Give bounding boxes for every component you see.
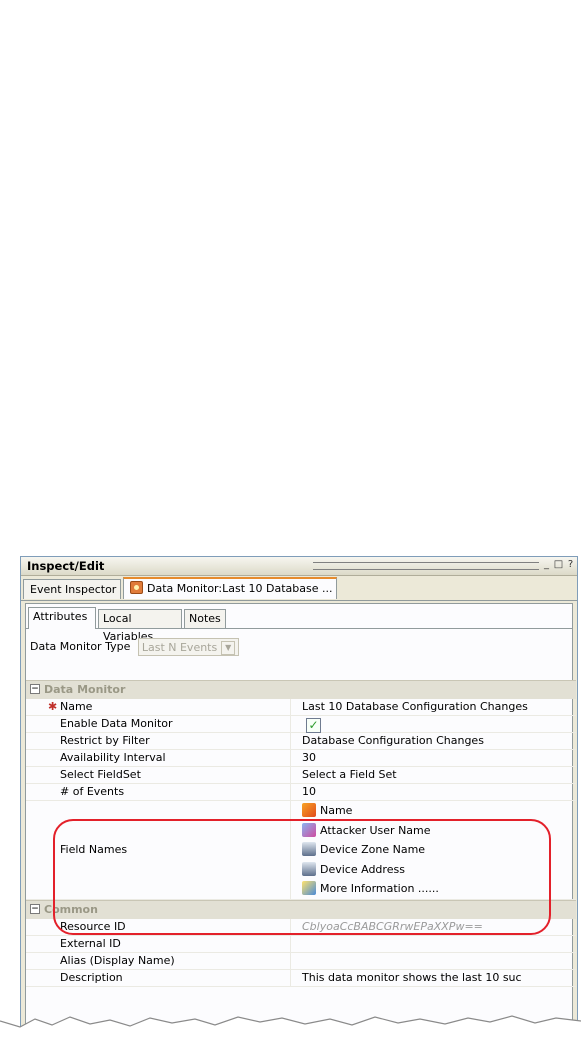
required-icon: ✱ xyxy=(48,700,58,713)
property-grid: − Data Monitor ✱ Name Last 10 Database Co… xyxy=(26,680,576,987)
help-icon[interactable]: ? xyxy=(565,559,576,570)
data-monitor-type-value: Last N Events xyxy=(141,641,218,654)
event-name-icon xyxy=(302,803,316,817)
list-item-label: Name xyxy=(320,804,353,817)
sub-tabs: Attributes Local Variables Notes xyxy=(26,606,572,643)
property-label: Description xyxy=(46,970,291,986)
property-label: ✱ Name xyxy=(46,699,291,715)
property-value[interactable]: 10 xyxy=(302,784,316,800)
section-common[interactable]: − Common xyxy=(26,900,576,919)
data-monitor-icon xyxy=(130,581,143,594)
tab-label: Data Monitor:Last 10 Database ... xyxy=(147,582,333,595)
property-row-events[interactable]: # of Events 10 xyxy=(26,784,576,801)
data-monitor-type-label: Data Monitor Type xyxy=(30,640,131,653)
device-icon xyxy=(302,861,316,876)
drag-grip[interactable] xyxy=(313,562,539,570)
tab-attributes[interactable]: Attributes xyxy=(28,607,96,629)
checkbox-checked-icon[interactable]: ✓ xyxy=(306,718,321,733)
device-icon xyxy=(302,842,316,856)
property-label: Resource ID xyxy=(46,919,291,935)
property-row-fieldset[interactable]: Select FieldSet Select a Field Set xyxy=(26,767,576,784)
chevron-down-icon: ▼ xyxy=(221,641,236,655)
panel-title: Inspect/Edit xyxy=(27,559,105,573)
property-row-interval[interactable]: Availability Interval 30 xyxy=(26,750,576,767)
property-value[interactable]: Select a Field Set xyxy=(302,767,397,783)
property-row-resource-id[interactable]: Resource ID CblyoaCcBABCGRrwEPaXXPw== xyxy=(26,919,576,936)
property-label: Availability Interval xyxy=(46,750,291,766)
property-row-name[interactable]: ✱ Name Last 10 Database Configuration Cha… xyxy=(26,699,576,716)
tab-label: Event Inspector xyxy=(30,583,117,596)
tab-local-variables[interactable]: Local Variables xyxy=(98,609,182,643)
property-value: CblyoaCcBABCGRrwEPaXXPw== xyxy=(302,920,483,933)
property-row-description[interactable]: Description This data monitor shows the … xyxy=(26,970,576,987)
property-value[interactable]: 30 xyxy=(302,750,316,766)
collapse-icon[interactable]: − xyxy=(30,684,40,694)
panel-titlebar: Inspect/Edit _ □ ? xyxy=(21,557,577,576)
list-item[interactable]: More Information ...... xyxy=(302,879,439,899)
document-tabs: Event Inspector Data Monitor:Last 10 Dat… xyxy=(21,576,577,601)
list-item[interactable]: Attacker User Name xyxy=(302,821,439,841)
list-item[interactable]: Device Zone Name xyxy=(302,840,439,860)
property-row-filter[interactable]: Restrict by Filter Database Configuratio… xyxy=(26,733,576,750)
torn-edge xyxy=(0,1015,581,1039)
user-name-icon xyxy=(302,822,316,837)
property-row-enable[interactable]: Enable Data Monitor ✓ xyxy=(26,716,576,733)
section-title: Common xyxy=(44,903,98,916)
property-label: Alias (Display Name) xyxy=(46,953,291,969)
property-value[interactable]: Database Configuration Changes xyxy=(302,733,484,749)
list-item[interactable]: Name xyxy=(302,801,439,821)
list-item[interactable]: Device Address xyxy=(302,860,439,880)
section-title: Data Monitor xyxy=(44,683,126,696)
property-value[interactable]: Last 10 Database Configuration Changes xyxy=(302,699,528,715)
tab-notes[interactable]: Notes xyxy=(184,609,226,628)
list-item-label: Device Address xyxy=(320,862,405,876)
tab-event-inspector[interactable]: Event Inspector xyxy=(23,579,121,599)
minimize-icon[interactable]: _ xyxy=(541,559,552,570)
field-names-list[interactable]: Name Attacker User Name Device Zone Name… xyxy=(302,801,439,899)
list-item-label: Attacker User Name xyxy=(320,823,431,837)
property-label: Select FieldSet xyxy=(46,767,291,783)
property-value[interactable]: ✓ xyxy=(302,716,321,733)
property-label: # of Events xyxy=(46,784,291,800)
property-label-text: Name xyxy=(60,700,93,713)
list-item-label: Device Zone Name xyxy=(320,843,426,856)
property-row-field-names[interactable]: Field Names Name Attacker User Name Devi… xyxy=(26,801,576,900)
property-label: Field Names xyxy=(46,801,291,899)
list-item-label: More Information ...... xyxy=(320,882,439,895)
data-monitor-type-row: Data Monitor Type Last N Events ▼ xyxy=(30,638,240,656)
data-monitor-type-select[interactable]: Last N Events ▼ xyxy=(137,638,240,656)
editor-body: Attributes Local Variables Notes Data Mo… xyxy=(25,603,576,1038)
section-data-monitor[interactable]: − Data Monitor xyxy=(26,680,576,699)
property-value[interactable]: This data monitor shows the last 10 suc xyxy=(302,970,522,986)
info-icon xyxy=(302,881,316,895)
tab-data-monitor[interactable]: Data Monitor:Last 10 Database ... xyxy=(123,577,337,599)
property-label: External ID xyxy=(46,936,291,952)
property-row-external-id[interactable]: External ID xyxy=(26,936,576,953)
property-label: Enable Data Monitor xyxy=(46,716,291,732)
property-label: Restrict by Filter xyxy=(46,733,291,749)
collapse-icon[interactable]: − xyxy=(30,904,40,914)
maximize-icon[interactable]: □ xyxy=(553,559,564,570)
property-row-alias[interactable]: Alias (Display Name) xyxy=(26,953,576,970)
inspect-edit-panel: Inspect/Edit _ □ ? Event Inspector Data … xyxy=(20,556,578,1039)
